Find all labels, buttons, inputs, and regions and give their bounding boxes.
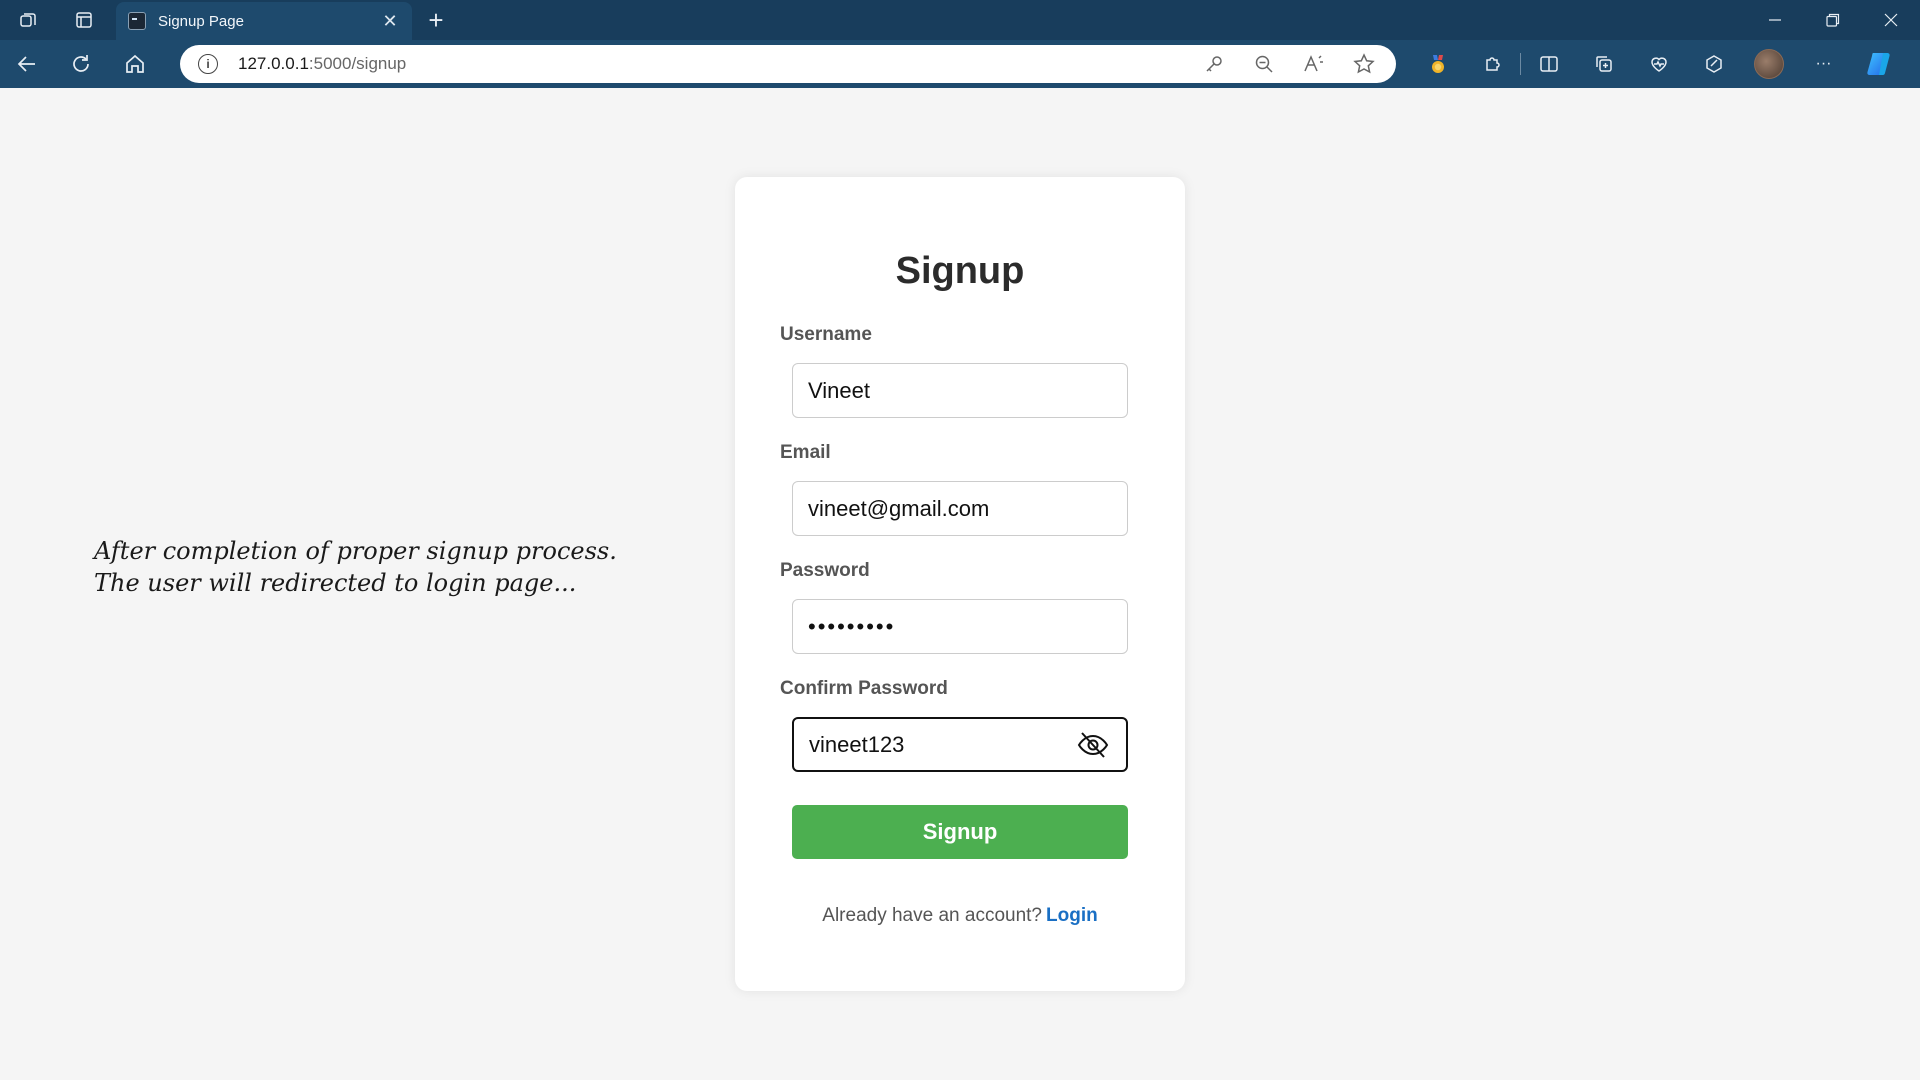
tab-actions-icon[interactable]: [56, 0, 112, 40]
url-text[interactable]: 127.0.0.1:5000/signup: [238, 54, 1200, 74]
more-menu-icon[interactable]: ···: [1796, 40, 1851, 88]
page-title: Signup: [895, 250, 1025, 292]
split-screen-icon[interactable]: [1521, 40, 1576, 88]
signup-button[interactable]: Signup: [792, 805, 1128, 859]
login-prompt-text: Already have an account?: [822, 905, 1042, 926]
refresh-icon[interactable]: [54, 40, 108, 88]
eye-slash-icon[interactable]: [1075, 727, 1111, 763]
password-masked-value: •••••••••: [808, 613, 896, 639]
copilot-compose-icon[interactable]: [1686, 40, 1741, 88]
extensions-area: ···: [1410, 40, 1906, 88]
username-value: Vineet: [808, 377, 870, 403]
rewards-medal-icon[interactable]: [1410, 40, 1465, 88]
confirm-password-value: vineet123: [809, 731, 905, 757]
key-icon[interactable]: [1200, 54, 1228, 74]
home-icon[interactable]: [108, 40, 162, 88]
browser-toolbar: i 127.0.0.1:5000/signup ···: [0, 40, 1920, 88]
profile-avatar[interactable]: [1741, 40, 1796, 88]
site-info-icon[interactable]: i: [198, 54, 218, 74]
extensions-puzzle-icon[interactable]: [1465, 40, 1520, 88]
tab-close-icon[interactable]: ✕: [380, 11, 400, 32]
note-line-2: The user will redirected to login page..…: [94, 569, 577, 597]
workspaces-icon[interactable]: [0, 0, 56, 40]
url-path: :5000/signup: [308, 54, 407, 73]
login-prompt: Already have an account? Login: [735, 905, 1185, 927]
redirect-note: After completion of proper signup proces…: [94, 535, 654, 599]
confirm-password-label: Confirm Password: [780, 678, 948, 699]
username-label: Username: [780, 324, 872, 345]
minimize-icon[interactable]: [1746, 0, 1804, 40]
signup-card: Signup Username Vineet Email vineet@gmai…: [735, 177, 1185, 991]
restore-icon[interactable]: [1804, 0, 1862, 40]
confirm-password-input[interactable]: vineet123: [792, 717, 1128, 772]
email-value: vineet@gmail.com: [808, 495, 990, 521]
url-host: 127.0.0.1: [238, 54, 309, 73]
address-bar-actions: [1200, 53, 1378, 75]
email-label: Email: [780, 442, 831, 463]
window-controls: [1746, 0, 1920, 40]
username-input[interactable]: Vineet: [792, 363, 1128, 418]
address-bar[interactable]: i 127.0.0.1:5000/signup: [180, 45, 1396, 83]
browser-essentials-icon[interactable]: [1631, 40, 1686, 88]
login-link[interactable]: Login: [1046, 905, 1098, 926]
password-label: Password: [780, 560, 870, 581]
note-line-1: After completion of proper signup proces…: [94, 537, 617, 565]
terminal-favicon-icon: [128, 12, 146, 30]
password-input[interactable]: •••••••••: [792, 599, 1128, 654]
favorite-star-icon[interactable]: [1350, 53, 1378, 75]
close-window-icon[interactable]: [1862, 0, 1920, 40]
collections-icon[interactable]: [1576, 40, 1631, 88]
avatar: [1753, 49, 1784, 79]
back-arrow-icon[interactable]: [0, 40, 54, 88]
browser-tab[interactable]: Signup Page ✕: [116, 2, 412, 40]
zoom-out-icon[interactable]: [1250, 54, 1278, 74]
tab-title: Signup Page: [158, 12, 244, 30]
browser-titlebar: Signup Page ✕ +: [0, 0, 1920, 40]
copilot-icon[interactable]: [1851, 40, 1906, 88]
new-tab-button[interactable]: +: [420, 0, 452, 40]
email-input[interactable]: vineet@gmail.com: [792, 481, 1128, 536]
read-aloud-icon[interactable]: [1300, 54, 1328, 74]
